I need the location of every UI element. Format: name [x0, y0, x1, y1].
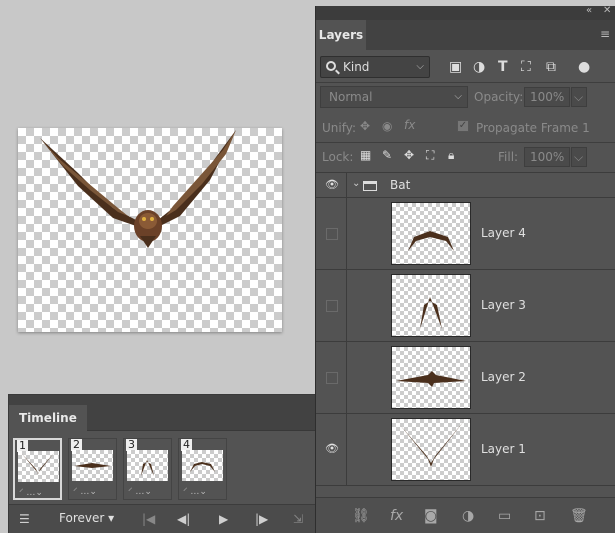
group-name: Bat — [390, 178, 411, 192]
layer-row-2[interactable]: Layer 2 — [316, 342, 615, 414]
lock-paint-icon[interactable]: ✎ — [382, 148, 392, 162]
layers-panel: « ✕ Layers ≡ Kind ⌵ ▣ ◑ T ⛶ ⧉ ● Normal ⌵… — [315, 5, 615, 533]
next-frame-icon[interactable]: |▶ — [255, 511, 268, 527]
timeline-panel: Timeline 1 ⸍ …⌄ 2 ⸍ …⌄ 3 ⸍ …⌄ 4 ⸍ …⌄ ☰ F… — [8, 394, 317, 533]
layer-thumbnail — [391, 202, 471, 265]
fill-field[interactable]: 100% — [524, 147, 570, 167]
visibility-toggle[interactable] — [326, 372, 338, 384]
timeline-tabbar: Timeline — [9, 405, 316, 432]
layer-row-1[interactable]: 👁︎ Layer 1 — [316, 414, 615, 486]
opacity-label: Opacity: — [474, 90, 524, 104]
adjustment-icon[interactable]: ◑ — [462, 508, 474, 524]
lock-label: Lock: — [322, 150, 354, 164]
layer-name: Layer 3 — [481, 298, 526, 312]
blend-mode-select[interactable]: Normal ⌵ — [320, 86, 468, 108]
layers-bottom-bar: ⛓︎ fx ◙ ◑ ▭ ⊡ 🗑︎ — [316, 497, 615, 533]
frame-thumbnail — [127, 450, 168, 481]
layer-row-4[interactable]: Layer 4 — [316, 198, 615, 270]
folder-icon — [363, 181, 377, 191]
unify-position-icon[interactable]: ✥ — [360, 119, 370, 133]
loop-select[interactable]: Forever ▾ — [59, 511, 114, 525]
layers-tabbar: Layers ≡ — [316, 20, 615, 50]
mask-icon[interactable]: ◙ — [424, 508, 438, 524]
lock-transparency-icon[interactable]: ▦ — [360, 148, 371, 162]
visibility-toggle[interactable] — [326, 300, 338, 312]
filter-kind-select[interactable]: Kind ⌵ — [320, 56, 430, 78]
new-layer-icon[interactable]: ⊡ — [534, 508, 546, 524]
opacity-field[interactable]: 100% — [524, 87, 570, 107]
close-icon[interactable]: ✕ — [603, 5, 611, 16]
play-icon[interactable]: ▶ — [219, 511, 228, 527]
convert-icon[interactable]: ☰ — [19, 511, 30, 527]
tween-icon[interactable]: ⇲ — [293, 511, 303, 527]
frame-thumbnail — [72, 450, 113, 481]
layer-thumbnail — [391, 346, 471, 409]
layer-thumbnail — [391, 418, 471, 481]
frame-thumbnail — [18, 451, 59, 482]
timeline-frame-4[interactable]: 4 ⸍ …⌄ — [178, 438, 227, 500]
lock-all-icon[interactable]: 🔒︎ — [448, 148, 454, 163]
frame-delay[interactable]: ⸍ …⌄ — [19, 485, 43, 498]
fx-icon[interactable]: fx — [390, 508, 403, 524]
unify-visibility-icon[interactable]: ◉ — [382, 119, 392, 133]
lock-artboard-icon[interactable]: ⛶ — [426, 148, 434, 163]
search-icon — [326, 61, 336, 71]
frame-thumbnail — [182, 450, 223, 481]
timeline-frame-1[interactable]: 1 ⸍ …⌄ — [13, 438, 62, 500]
tab-layers[interactable]: Layers — [316, 20, 366, 50]
document-canvas[interactable] — [18, 128, 282, 332]
shape-filter-icon[interactable]: ⛶ — [521, 59, 531, 75]
image-filter-icon[interactable]: ▣ — [449, 59, 462, 75]
folder-icon[interactable]: ▭ — [498, 508, 511, 524]
visibility-toggle[interactable] — [326, 228, 338, 240]
propagate-label: Propagate Frame 1 — [476, 121, 590, 135]
layer-name: Layer 4 — [481, 226, 526, 240]
panel-menu-icon[interactable]: ≡ — [600, 27, 610, 41]
layer-thumbnail — [391, 274, 471, 337]
chevron-down-icon: ⌵ — [416, 61, 424, 72]
frame-delay[interactable]: ⸍ …⌄ — [183, 484, 207, 497]
panel-grip[interactable] — [9, 395, 316, 405]
frame-delay[interactable]: ⸍ …⌄ — [73, 484, 97, 497]
chevron-down-icon: ⌵ — [454, 91, 462, 102]
visibility-column: 👁︎ — [316, 173, 347, 197]
chevron-down-icon[interactable]: ⌄ — [352, 178, 360, 189]
trash-icon[interactable]: 🗑︎ — [570, 508, 588, 524]
unify-style-icon[interactable]: fx — [404, 118, 415, 132]
frame-delay[interactable]: ⸍ …⌄ — [128, 484, 152, 497]
timeline-controls: ☰ Forever ▾ |◀ ◀| ▶ |▶ ⇲ — [9, 504, 316, 533]
bat-sprite — [40, 130, 236, 248]
layer-name: Layer 2 — [481, 370, 526, 384]
unify-label: Unify: — [322, 121, 357, 135]
panel-topstrip: « ✕ — [316, 5, 615, 20]
opacity-dropdown[interactable]: ⌵ — [571, 87, 587, 107]
timeline-frame-3[interactable]: 3 ⸍ …⌄ — [123, 438, 172, 500]
fill-label: Fill: — [498, 150, 519, 164]
adjustment-filter-icon[interactable]: ◑ — [473, 59, 485, 75]
eye-icon[interactable]: 👁︎ — [325, 178, 339, 191]
link-icon[interactable]: ⛓︎ — [352, 508, 370, 524]
first-frame-icon[interactable]: |◀ — [142, 511, 155, 527]
layer-group-bat[interactable]: 👁︎ ⌄ Bat — [316, 172, 615, 198]
tab-timeline[interactable]: Timeline — [9, 405, 87, 432]
filter-toggle-icon[interactable]: ● — [578, 59, 590, 75]
type-filter-icon[interactable]: T — [498, 59, 508, 75]
smart-object-filter-icon[interactable]: ⧉ — [546, 59, 556, 75]
layer-name: Layer 1 — [481, 442, 526, 456]
propagate-checkbox[interactable]: ✓ — [457, 120, 469, 132]
fill-dropdown[interactable]: ⌵ — [571, 147, 587, 167]
collapse-icon[interactable]: « — [586, 5, 592, 16]
layer-row-3[interactable]: Layer 3 — [316, 270, 615, 342]
timeline-frame-2[interactable]: 2 ⸍ …⌄ — [68, 438, 117, 500]
previous-frame-icon[interactable]: ◀| — [177, 511, 190, 527]
eye-icon[interactable]: 👁︎ — [325, 442, 339, 455]
lock-move-icon[interactable]: ✥ — [404, 148, 414, 162]
